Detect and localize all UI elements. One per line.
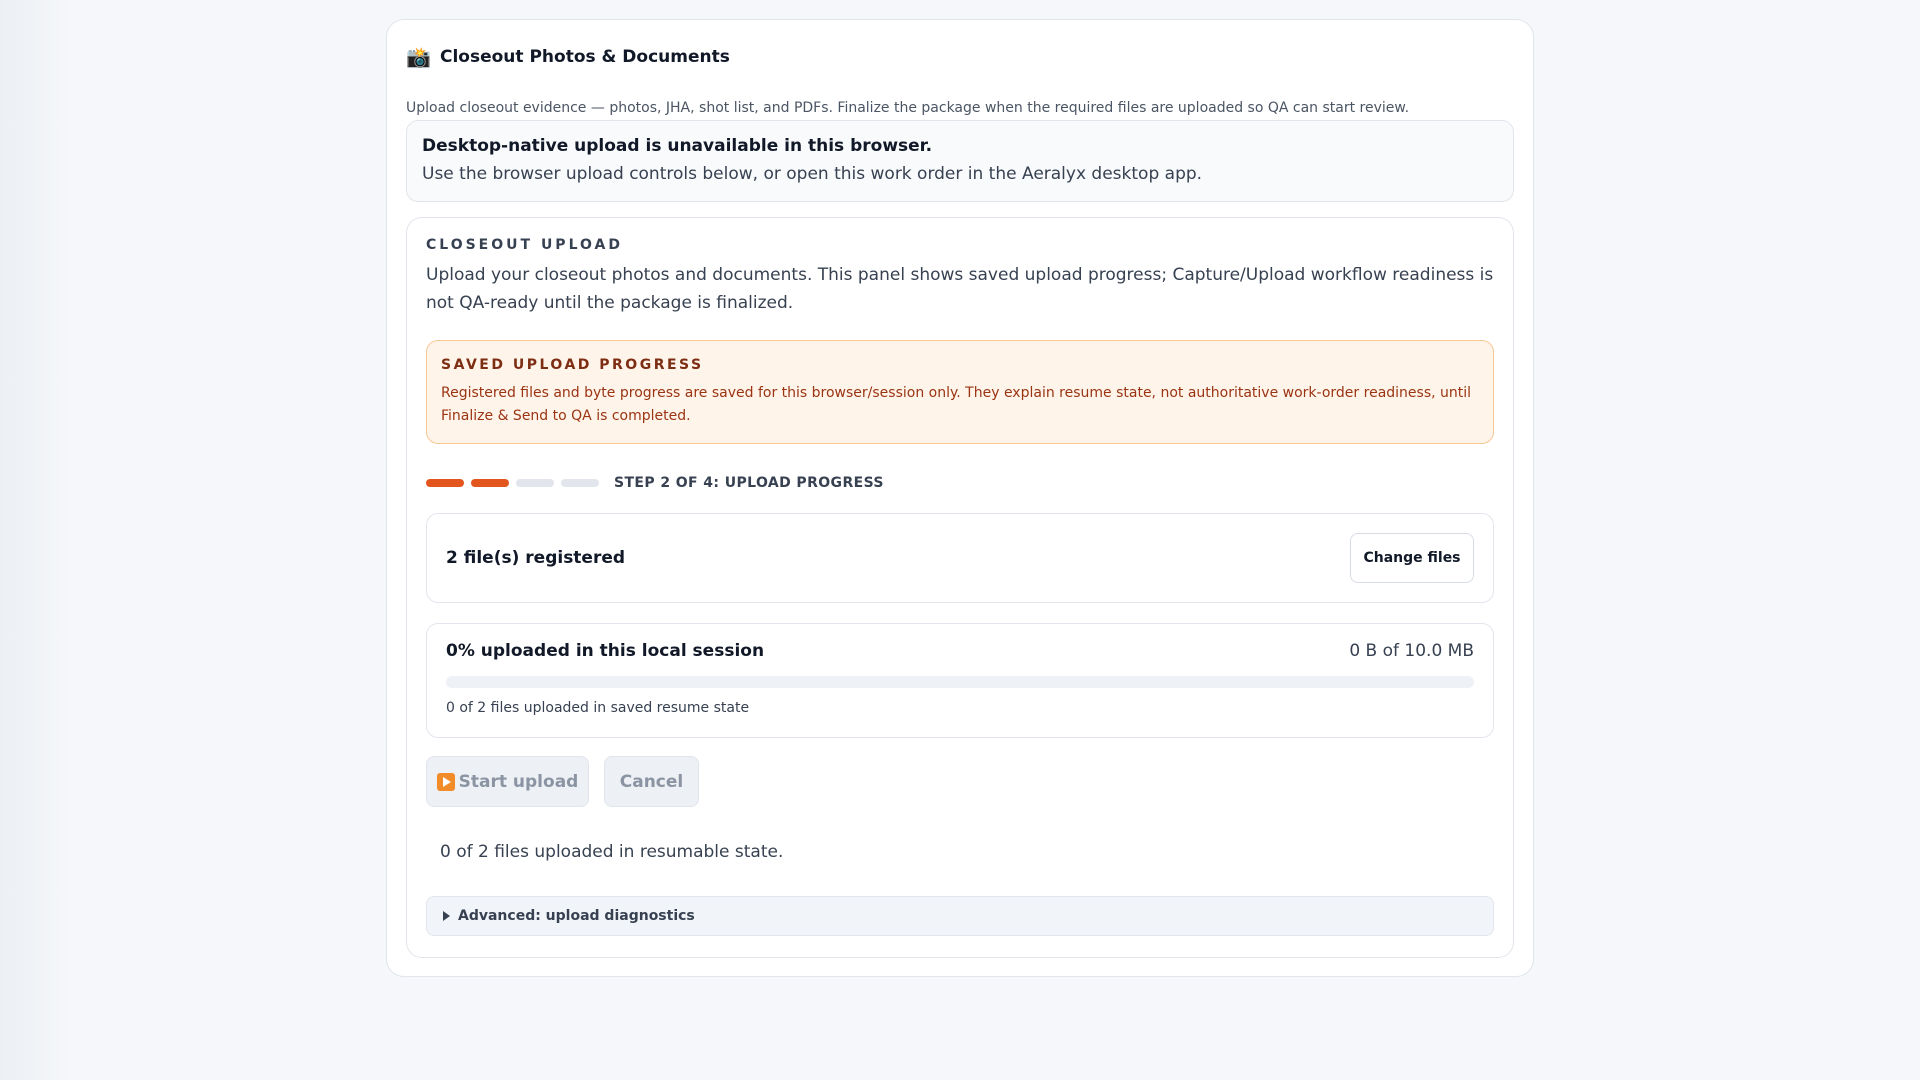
- card-title: Closeout Photos & Documents: [440, 47, 730, 67]
- step-indicator: STEP 2 OF 4: UPLOAD PROGRESS: [426, 472, 884, 494]
- upload-diagnostics-toggle[interactable]: Advanced: upload diagnostics: [426, 896, 1494, 936]
- disclosure-triangle-icon: [443, 911, 450, 921]
- progress-bytes: 0 B of 10.0 MB: [1349, 641, 1474, 661]
- registered-files-label: 2 file(s) registered: [446, 548, 626, 568]
- desktop-upload-notice: Desktop-native upload is unavailable in …: [406, 120, 1514, 202]
- step-bar: [516, 479, 554, 487]
- panel-eyebrow: CLOSEOUT UPLOAD: [426, 237, 623, 253]
- upload-progress-box: 0% uploaded in this local session 0 B of…: [426, 623, 1494, 738]
- step-bar: [471, 479, 509, 487]
- panel-description: Upload your closeout photos and document…: [426, 265, 1494, 313]
- progress-note: 0 of 2 files uploaded in saved resume st…: [446, 700, 750, 716]
- saved-progress-callout: SAVED UPLOAD PROGRESS Registered files a…: [426, 340, 1494, 444]
- registered-files-box: 2 file(s) registered Change files: [426, 513, 1494, 603]
- saved-progress-title: SAVED UPLOAD PROGRESS: [441, 357, 704, 373]
- progress-bar: [446, 676, 1474, 688]
- step-bar: [426, 479, 464, 487]
- start-upload-label: Start upload: [458, 771, 579, 792]
- cancel-button[interactable]: Cancel: [604, 756, 699, 807]
- page-background-shade: [0, 0, 70, 1080]
- closeout-upload-panel: CLOSEOUT UPLOAD Upload your closeout pho…: [406, 217, 1514, 958]
- resume-status-text: 0 of 2 files uploaded in resumable state…: [440, 842, 784, 862]
- notice-body: Use the browser upload controls below, o…: [422, 164, 1203, 184]
- closeout-card: 📸 Closeout Photos & Documents Upload clo…: [386, 19, 1534, 977]
- camera-icon: 📸: [406, 45, 431, 69]
- step-label: STEP 2 OF 4: UPLOAD PROGRESS: [614, 475, 884, 491]
- play-icon: [436, 772, 455, 791]
- diagnostics-label: Advanced: upload diagnostics: [458, 908, 695, 924]
- change-files-button[interactable]: Change files: [1350, 533, 1474, 583]
- notice-title: Desktop-native upload is unavailable in …: [422, 136, 933, 156]
- start-upload-button[interactable]: Start upload: [426, 756, 589, 807]
- step-bar: [561, 479, 599, 487]
- card-header: 📸 Closeout Photos & Documents: [406, 42, 730, 72]
- card-subtitle: Upload closeout evidence — photos, JHA, …: [406, 100, 1410, 116]
- progress-label: 0% uploaded in this local session: [446, 641, 765, 661]
- saved-progress-body: Registered files and byte progress are s…: [441, 385, 1472, 424]
